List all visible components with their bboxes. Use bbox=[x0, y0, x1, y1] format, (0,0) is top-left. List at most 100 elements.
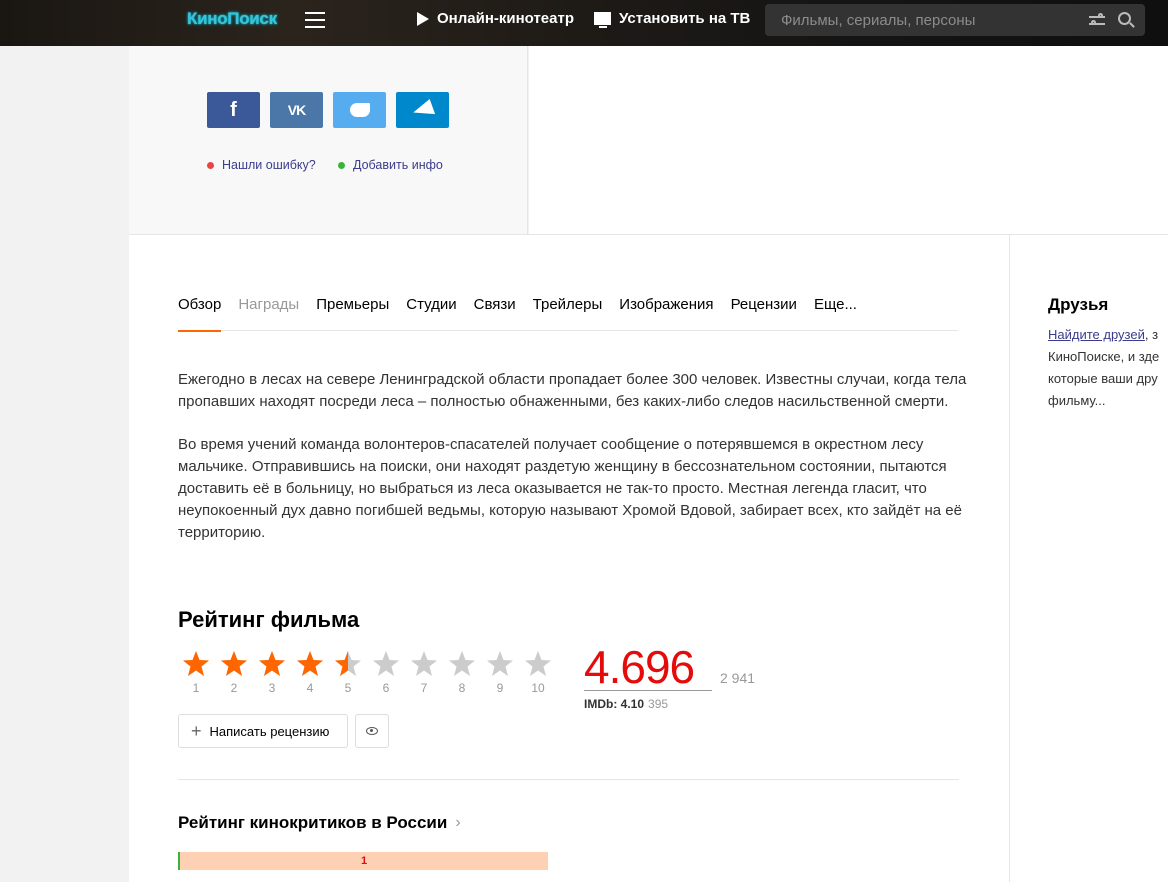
telegram-plane-icon bbox=[410, 99, 435, 121]
green-dot-icon bbox=[338, 161, 345, 169]
vk-share-button[interactable]: VK bbox=[270, 92, 323, 128]
share-panel: f VK Нашли ошибку? Добавить инфо bbox=[129, 46, 528, 234]
main-content: Обзор Награды Премьеры Студии Связи Трей… bbox=[129, 234, 1009, 882]
rating-title: Рейтинг фильма bbox=[178, 607, 360, 632]
star-icon bbox=[259, 651, 285, 676]
add-info-label: Добавить инфо bbox=[353, 158, 443, 172]
tab-trailers[interactable]: Трейлеры bbox=[533, 295, 603, 331]
star-8[interactable]: 8 bbox=[443, 649, 481, 695]
vk-icon: VK bbox=[287, 102, 306, 118]
synopsis-paragraph-2: Во время учений команда волонтеров-спаса… bbox=[178, 436, 962, 541]
nav-install-tv-link[interactable]: Установить на ТВ bbox=[594, 10, 751, 28]
star-icon bbox=[411, 651, 437, 676]
critics-rating-link[interactable]: Рейтинг кинокритиков в России › bbox=[178, 813, 461, 833]
star-1[interactable]: 1 bbox=[177, 649, 215, 695]
report-error-label: Нашли ошибку? bbox=[222, 158, 316, 172]
filter-icon[interactable] bbox=[1089, 13, 1105, 27]
top-header: КиноПоиск Онлайн-кинотеатр Установить на… bbox=[0, 0, 1168, 46]
right-sidebar: Друзья Найдите друзей, з КиноПоиске, и з… bbox=[1009, 234, 1168, 882]
chevron-right-icon: › bbox=[455, 814, 461, 831]
eye-icon bbox=[366, 727, 378, 735]
add-info-link[interactable]: Добавить инфо bbox=[338, 158, 443, 172]
critics-bar-label: 1 bbox=[360, 855, 368, 867]
search-input[interactable] bbox=[765, 4, 1065, 36]
star-3[interactable]: 3 bbox=[253, 649, 291, 695]
critics-rating-title: Рейтинг кинокритиков в России bbox=[178, 813, 448, 832]
menu-hamburger-icon[interactable] bbox=[305, 12, 325, 28]
synopsis-paragraph-1: Ежегодно в лесах на севере Ленинградской… bbox=[178, 371, 967, 410]
red-dot-icon bbox=[207, 161, 214, 169]
tab-premieres[interactable]: Премьеры bbox=[316, 295, 389, 331]
tab-awards[interactable]: Награды bbox=[238, 295, 299, 331]
critics-rating-bar: 1 bbox=[178, 852, 548, 870]
nav-install-tv-label: Установить на ТВ bbox=[619, 10, 751, 27]
watched-toggle-button[interactable] bbox=[355, 714, 389, 748]
report-error-link[interactable]: Нашли ошибку? bbox=[207, 158, 316, 172]
tab-more[interactable]: Еще... bbox=[814, 295, 857, 331]
star-icon bbox=[373, 651, 399, 676]
write-review-button[interactable]: + Написать рецензию bbox=[178, 714, 348, 748]
star-icon bbox=[487, 651, 513, 676]
imdb-votes: 395 bbox=[648, 697, 669, 711]
star-7[interactable]: 7 bbox=[405, 649, 443, 695]
tab-studios[interactable]: Студии bbox=[406, 295, 456, 331]
synopsis: Ежегодно в лесах на севере Ленинградской… bbox=[178, 369, 968, 565]
rating-votes: 2 941 bbox=[720, 670, 756, 686]
facebook-share-button[interactable]: f bbox=[207, 92, 260, 128]
star-icon bbox=[183, 651, 209, 676]
star-5[interactable]: 5 bbox=[329, 649, 367, 695]
search-box bbox=[765, 4, 1145, 36]
nav-online-cinema-link[interactable]: Онлайн-кинотеатр bbox=[417, 10, 574, 27]
star-number: 4 bbox=[306, 681, 314, 695]
imdb-rating: IMDb: 4.10 395 bbox=[584, 697, 668, 711]
star-icon bbox=[449, 651, 475, 676]
star-9[interactable]: 9 bbox=[481, 649, 519, 695]
film-tabs: Обзор Награды Премьеры Студии Связи Трей… bbox=[178, 295, 958, 332]
tab-reviews[interactable]: Рецензии bbox=[731, 295, 797, 331]
search-icon[interactable] bbox=[1118, 12, 1131, 25]
star-number: 8 bbox=[458, 681, 466, 695]
star-icon bbox=[297, 651, 323, 676]
facebook-icon: f bbox=[230, 98, 237, 121]
twitter-share-button[interactable] bbox=[333, 92, 386, 128]
star-6[interactable]: 6 bbox=[367, 649, 405, 695]
imdb-label: IMDb: 4.10 bbox=[584, 697, 645, 711]
section-divider bbox=[178, 779, 959, 780]
star-number: 3 bbox=[268, 681, 276, 695]
star-number: 6 bbox=[382, 681, 390, 695]
star-rating-widget: 1 2 3 4 5 6 7 8 9 10 bbox=[177, 649, 557, 695]
friends-text-3: которые ваши дру bbox=[1048, 371, 1158, 386]
top-right-blank bbox=[529, 46, 1168, 234]
rating-value: 4.696 bbox=[584, 641, 695, 693]
kinopoisk-logo[interactable]: КиноПоиск bbox=[187, 9, 277, 29]
friends-text-2: КиноПоиске, и зде bbox=[1048, 349, 1160, 364]
star-number: 1 bbox=[192, 681, 200, 695]
star-number: 2 bbox=[230, 681, 238, 695]
plus-icon: + bbox=[191, 721, 202, 741]
find-friends-link[interactable]: Найдите друзей bbox=[1048, 327, 1145, 342]
friends-title: Друзья bbox=[1048, 295, 1109, 314]
telegram-share-button[interactable] bbox=[396, 92, 449, 128]
nav-online-cinema-label: Онлайн-кинотеатр bbox=[437, 10, 574, 27]
friends-text-1: , з bbox=[1144, 327, 1159, 342]
star-number: 7 bbox=[420, 681, 428, 695]
rating-underline bbox=[584, 690, 712, 691]
play-icon bbox=[417, 11, 429, 26]
tab-images[interactable]: Изображения bbox=[619, 295, 713, 331]
star-2[interactable]: 2 bbox=[215, 649, 253, 695]
star-4[interactable]: 4 bbox=[291, 649, 329, 695]
star-number: 9 bbox=[496, 681, 504, 695]
star-icon bbox=[335, 651, 361, 676]
twitter-bird-icon bbox=[349, 103, 370, 117]
tab-connections[interactable]: Связи bbox=[474, 295, 516, 331]
tv-icon bbox=[594, 12, 611, 28]
star-number: 10 bbox=[531, 681, 545, 695]
star-10[interactable]: 10 bbox=[519, 649, 557, 695]
star-number: 5 bbox=[344, 681, 352, 695]
write-review-label: Написать рецензию bbox=[209, 723, 330, 739]
star-icon bbox=[221, 651, 247, 676]
star-icon bbox=[525, 651, 551, 676]
friends-text: Найдите друзей, з КиноПоиске, и зде кото… bbox=[1048, 324, 1168, 412]
friends-text-4: фильму... bbox=[1048, 393, 1106, 408]
tab-overview[interactable]: Обзор bbox=[178, 295, 222, 332]
